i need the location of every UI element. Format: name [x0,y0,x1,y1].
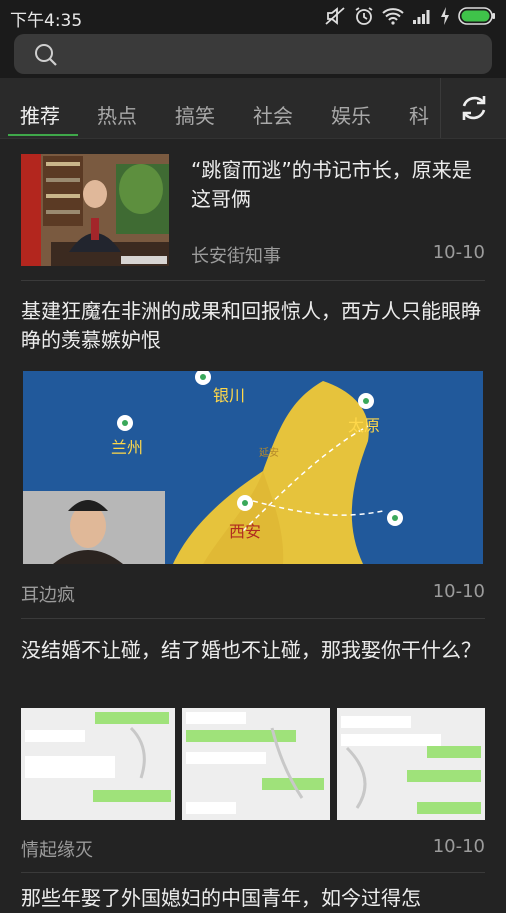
feed-divider [21,872,485,873]
news-source: 耳边疯 [21,585,75,606]
status-icons [324,6,496,26]
news-source: 长安街知事 [191,246,281,267]
tab-tech[interactable]: 科 [409,100,429,129]
tab-funny[interactable]: 搞笑 [175,100,215,129]
tab-entertainment[interactable]: 娱乐 [331,100,371,129]
news-video-thumbnail: 银川 兰州 太原 西安 延安 [23,371,483,564]
news-item[interactable]: “跳窗而逃”的书记市长，原来是这哥俩 长安街知事 10-10 [21,154,485,269]
news-item[interactable]: 没结婚不让碰，结了婚也不让碰，那我娶你干什么？ 情起缘灭 10-10 [21,636,485,866]
tab-recommend[interactable]: 推荐 [20,100,60,129]
status-time: 下午4:35 [10,11,83,31]
news-thumbnail [21,154,169,266]
tab-hot[interactable]: 热点 [97,100,137,129]
tab-society[interactable]: 社会 [253,100,293,129]
alarm-icon [355,7,373,25]
chat-screenshot-thumbnail [337,708,485,820]
news-title: “跳窗而逃”的书记市长，原来是这哥俩 [191,158,472,211]
map-label-yinchuan: 银川 [213,386,245,405]
map-label-taiyuan: 太原 [348,416,380,435]
news-title: 没结婚不让碰，结了婚也不让碰，那我娶你干什么？ [21,638,481,662]
search-icon [35,44,57,66]
charging-icon [441,7,449,25]
feed-divider [21,618,485,619]
mute-icon [325,7,345,25]
news-title: 那些年娶了外国媳妇的中国青年，如今过得怎 [21,886,421,910]
search-bar-container [0,34,506,78]
news-item[interactable]: 那些年娶了外国媳妇的中国青年，如今过得怎 [21,884,485,910]
chat-screenshot-thumbnail [21,708,175,820]
news-title: 基建狂魔在非洲的成果和回报惊人，西方人只能眼睁睁的羡慕嫉妒恨 [21,299,481,352]
map-label-xian: 西安 [229,522,261,541]
status-bar: 下午4:35 [0,0,506,34]
feed-divider [21,280,485,281]
map-label-yanan: 延安 [259,446,279,459]
news-date: 10-10 [432,836,485,857]
news-item[interactable]: 基建狂魔在非洲的成果和回报惊人，西方人只能眼睁睁的羡慕嫉妒恨 银川 兰州 太原 … [21,297,485,607]
chat-screenshot-thumbnail [182,708,330,820]
map-label-lanzhou: 兰州 [111,438,143,457]
refresh-icon [462,96,486,120]
category-tabs: 推荐 热点 搞笑 社会 娱乐 科 [0,78,506,139]
wifi-icon [382,8,404,25]
news-date: 10-10 [432,581,485,602]
battery-icon [458,7,495,25]
news-date: 10-10 [432,242,485,263]
search-input[interactable] [14,34,492,74]
signal-icon [413,10,430,24]
active-tab-indicator [8,134,78,136]
news-source: 情起缘灭 [21,840,93,861]
refresh-button[interactable] [440,78,506,138]
